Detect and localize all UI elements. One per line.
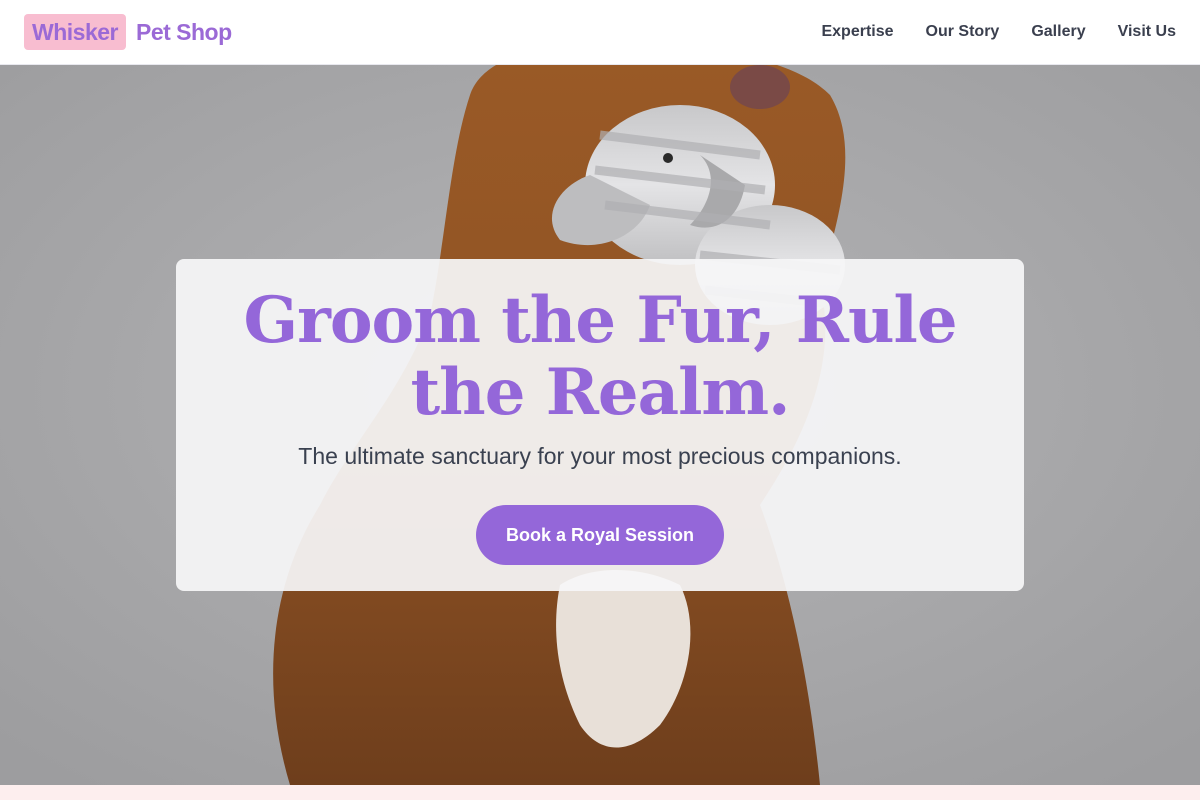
brand-logo[interactable]: Whisker Pet Shop [24,14,232,50]
brand-badge: Whisker [24,14,126,50]
hero-title: Groom the Fur, Rule the Realm. [243,283,957,430]
nav-link-our-story[interactable]: Our Story [926,23,1000,41]
nav-link-gallery[interactable]: Gallery [1031,23,1085,41]
brand-name: Pet Shop [135,18,232,45]
book-session-button[interactable]: Book a Royal Session [476,505,724,565]
nav-links: Expertise Our Story Gallery Visit Us [821,23,1176,41]
hero-section: Groom the Fur, Rule the Realm. The ultim… [0,65,1200,785]
top-navbar: Whisker Pet Shop Expertise Our Story Gal… [0,0,1200,65]
hero-subtitle: The ultimate sanctuary for your most pre… [298,443,902,469]
next-section-edge [0,785,1200,800]
nav-link-visit-us[interactable]: Visit Us [1118,23,1176,41]
nav-link-expertise[interactable]: Expertise [821,23,893,41]
hero-card: Groom the Fur, Rule the Realm. The ultim… [176,259,1024,591]
